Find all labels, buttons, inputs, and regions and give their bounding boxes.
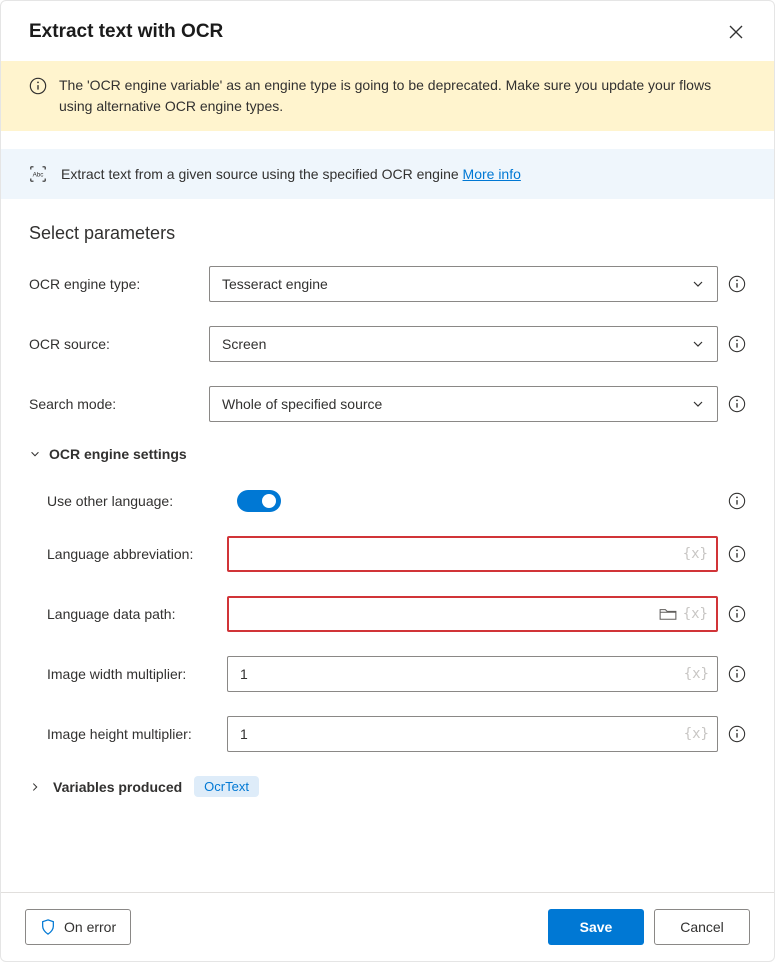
toggle-use-other-language[interactable] — [237, 490, 281, 512]
label-height-mult: Image height multiplier: — [47, 726, 217, 742]
label-lang-data-path: Language data path: — [47, 606, 217, 622]
input-width-mult[interactable]: 1 {x} — [227, 656, 718, 692]
save-button[interactable]: Save — [548, 909, 644, 945]
row-use-other-language: Use other language: — [47, 490, 746, 512]
chevron-down-icon — [691, 337, 705, 351]
label-use-other-language: Use other language: — [47, 493, 217, 509]
warning-text: The 'OCR engine variable' as an engine t… — [59, 75, 746, 117]
info-text: Extract text from a given source using t… — [61, 166, 521, 182]
help-height-mult[interactable] — [728, 725, 746, 743]
info-icon — [728, 725, 746, 743]
ocr-icon: Abc — [29, 165, 47, 183]
input-height-mult[interactable]: 1 {x} — [227, 716, 718, 752]
info-icon — [728, 545, 746, 563]
info-icon — [728, 335, 746, 353]
label-lang-abbrev: Language abbreviation: — [47, 546, 217, 562]
dialog-title: Extract text with OCR — [29, 21, 223, 43]
select-engine-type[interactable]: Tesseract engine — [209, 266, 718, 302]
info-icon — [728, 492, 746, 510]
cancel-button[interactable]: Cancel — [654, 909, 750, 945]
info-icon — [728, 395, 746, 413]
info-icon — [728, 275, 746, 293]
svg-text:Abc: Abc — [33, 172, 44, 179]
engine-settings-section: Use other language: Language abbreviatio… — [29, 490, 746, 752]
row-search-mode: Search mode: Whole of specified source — [29, 386, 746, 422]
label-engine-type: OCR engine type: — [29, 276, 199, 292]
help-use-other-language[interactable] — [728, 492, 746, 510]
help-lang-data-path[interactable] — [728, 605, 746, 623]
row-height-mult: Image height multiplier: 1 {x} — [47, 716, 746, 752]
help-search-mode[interactable] — [728, 395, 746, 413]
close-button[interactable] — [726, 22, 746, 42]
more-info-link[interactable]: More info — [463, 166, 521, 182]
warning-banner: The 'OCR engine variable' as an engine t… — [1, 61, 774, 131]
chevron-down-icon — [29, 448, 41, 460]
variable-token-icon[interactable]: {x} — [684, 726, 709, 742]
row-width-mult: Image width multiplier: 1 {x} — [47, 656, 746, 692]
shield-icon — [40, 919, 56, 935]
content-area: Select parameters OCR engine type: Tesse… — [1, 199, 774, 892]
variable-pill-ocrtext[interactable]: OcrText — [194, 776, 259, 797]
variable-token-icon[interactable]: {x} — [683, 606, 708, 622]
info-icon — [728, 665, 746, 683]
info-banner: Abc Extract text from a given source usi… — [1, 149, 774, 199]
chevron-down-icon — [691, 277, 705, 291]
help-width-mult[interactable] — [728, 665, 746, 683]
row-source: OCR source: Screen — [29, 326, 746, 362]
help-lang-abbrev[interactable] — [728, 545, 746, 563]
section-title: Select parameters — [29, 223, 746, 244]
folder-icon[interactable] — [659, 607, 677, 621]
collapse-engine-settings[interactable]: OCR engine settings — [29, 446, 746, 462]
dialog-footer: On error Save Cancel — [1, 892, 774, 961]
chevron-down-icon — [691, 397, 705, 411]
row-lang-abbrev: Language abbreviation: {x} — [47, 536, 746, 572]
input-lang-abbrev[interactable]: {x} — [227, 536, 718, 572]
select-search-mode[interactable]: Whole of specified source — [209, 386, 718, 422]
label-search-mode: Search mode: — [29, 396, 199, 412]
close-icon — [729, 25, 743, 39]
help-engine-type[interactable] — [728, 275, 746, 293]
variable-token-icon[interactable]: {x} — [683, 546, 708, 562]
collapse-variables-produced[interactable]: Variables produced OcrText — [29, 776, 746, 797]
chevron-right-icon — [29, 781, 41, 793]
input-lang-data-path[interactable]: {x} — [227, 596, 718, 632]
on-error-button[interactable]: On error — [25, 909, 131, 945]
label-width-mult: Image width multiplier: — [47, 666, 217, 682]
help-source[interactable] — [728, 335, 746, 353]
row-lang-data-path: Language data path: {x} — [47, 596, 746, 632]
dialog-header: Extract text with OCR — [1, 1, 774, 61]
info-icon — [728, 605, 746, 623]
variable-token-icon[interactable]: {x} — [684, 666, 709, 682]
info-icon — [29, 75, 47, 100]
label-source: OCR source: — [29, 336, 199, 352]
row-engine-type: OCR engine type: Tesseract engine — [29, 266, 746, 302]
select-source[interactable]: Screen — [209, 326, 718, 362]
